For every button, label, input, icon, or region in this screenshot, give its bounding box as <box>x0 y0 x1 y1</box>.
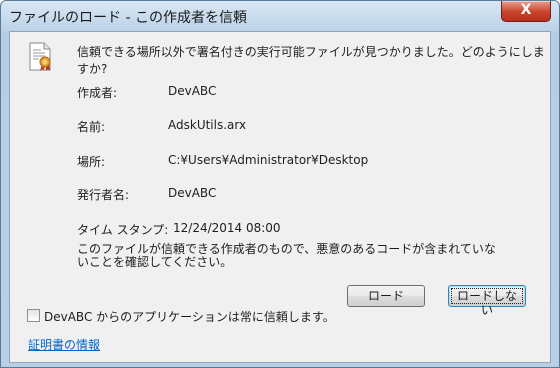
window-title: ファイルのロード - この作成者を信頼 <box>9 10 247 26</box>
title-bar[interactable]: ファイルのロード - この作成者を信頼 X <box>1 1 559 31</box>
timestamp-value: 12/24/2014 08:00 <box>173 221 281 235</box>
name-label: 名前: <box>77 120 106 134</box>
certificate-info-link[interactable]: 証明書の情報 <box>28 336 100 353</box>
publisher-label: 発行者名: <box>77 188 130 202</box>
author-label: 作成者: <box>77 86 118 100</box>
trust-checkbox-label[interactable]: DevABC からのアプリケーションは常に信頼します。 <box>44 308 335 325</box>
certificate-icon <box>28 42 54 75</box>
location-label: 場所: <box>77 155 106 169</box>
publisher-value: DevABC <box>168 186 217 200</box>
warning-message: このファイルが信頼できる作成者のもので、悪意のあるコードが含まれていないことを確… <box>77 242 496 269</box>
question-text: 信頼できる場所以外で署名付きの実行可能ファイルが見つかりました。どのようにします… <box>77 45 545 76</box>
dialog-window: ファイルのロード - この作成者を信頼 X 信頼できる場所以外で署名付きの実行可… <box>0 0 560 368</box>
name-value: AdskUtils.arx <box>168 118 247 132</box>
dialog-body: 信頼できる場所以外で署名付きの実行可能ファイルが見つかりました。どのようにします… <box>9 31 551 363</box>
author-value: DevABC <box>168 84 217 98</box>
no-load-button[interactable]: ロードしない <box>448 285 526 317</box>
location-value: C:¥Users¥Administrator¥Desktop <box>168 153 369 167</box>
trust-checkbox[interactable] <box>27 309 40 322</box>
close-button[interactable]: X <box>501 1 551 22</box>
load-button[interactable]: ロード <box>347 285 425 307</box>
no-load-button-label: ロードしない <box>451 288 523 317</box>
timestamp-label: タイム スタンプ: <box>77 223 169 237</box>
